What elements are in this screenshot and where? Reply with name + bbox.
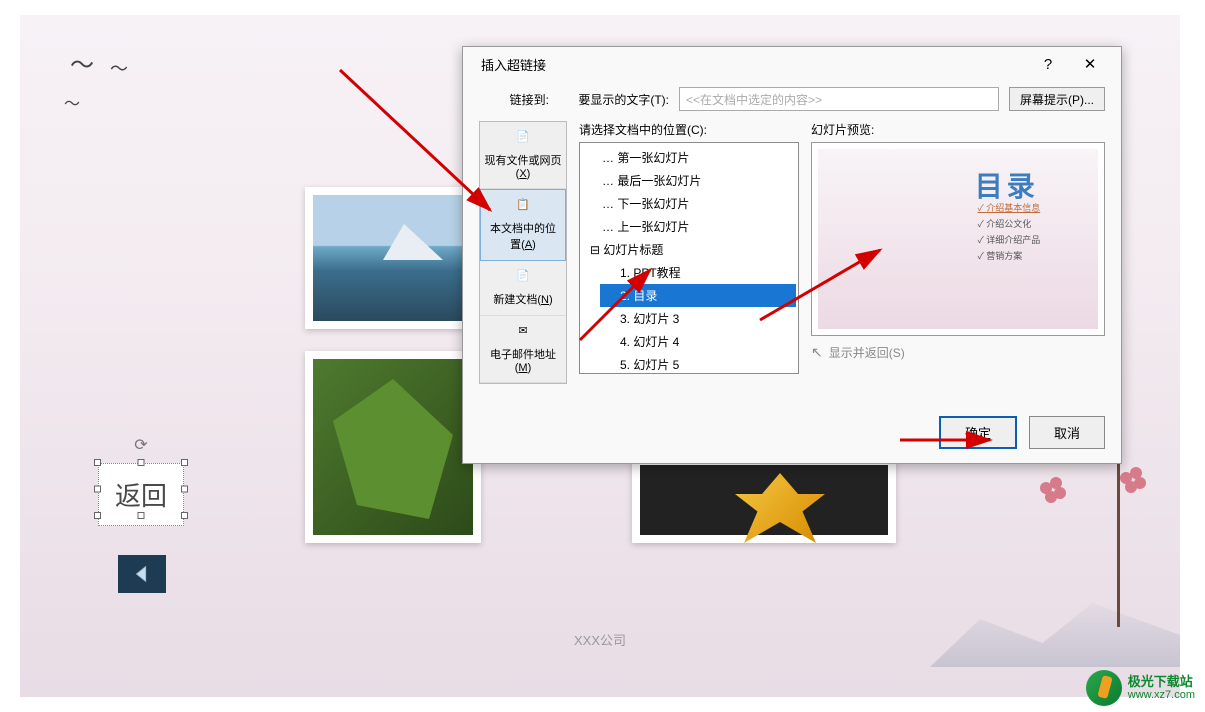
preview-item: ✓ 介绍基本信息 xyxy=(978,201,1041,214)
cancel-button[interactable]: 取消 xyxy=(1029,416,1105,449)
preview-title: 目录 xyxy=(975,165,1039,205)
watermark-logo-icon xyxy=(1086,670,1122,706)
resize-handle[interactable] xyxy=(94,486,101,493)
tree-slide-item[interactable]: 3. 幻灯片 3 xyxy=(600,307,796,330)
tree-slide-item[interactable]: 1. PPT教程 xyxy=(600,261,796,284)
tree-item[interactable]: … 下一张幻灯片 xyxy=(582,192,796,215)
tree-item[interactable]: … 最后一张幻灯片 xyxy=(582,169,796,192)
tab-icon: 📋 xyxy=(513,198,533,216)
tree-group[interactable]: ⊟ 幻灯片标题 xyxy=(582,238,796,261)
link-to-tab[interactable]: 📄新建文档(N) xyxy=(480,261,566,316)
resize-handle[interactable] xyxy=(94,459,101,466)
dialog-title: 插入超链接 xyxy=(481,55,546,74)
location-tree[interactable]: … 第一张幻灯片… 最后一张幻灯片… 下一张幻灯片… 上一张幻灯片⊟ 幻灯片标题… xyxy=(579,142,799,374)
preview-label: 幻灯片预览: xyxy=(811,121,1105,138)
slide-preview: 目录 ✓ 介绍基本信息 ✓ 介绍公文化 ✓ 详细介绍产品 ✓ 营销方案 xyxy=(811,142,1105,336)
decorative-flower xyxy=(1120,467,1150,497)
resize-handle[interactable] xyxy=(138,459,145,466)
tree-slide-item[interactable]: 5. 幻灯片 5 xyxy=(600,353,796,374)
show-and-return-checkbox[interactable]: ↖ 显示并返回(S) xyxy=(811,344,1105,361)
tab-icon: 📄 xyxy=(513,130,533,148)
watermark-line2: www.xz7.com xyxy=(1128,689,1195,702)
resize-handle[interactable] xyxy=(94,512,101,519)
link-to-tab[interactable]: 📋本文档中的位置(A) xyxy=(480,189,566,261)
tab-icon: 📄 xyxy=(513,269,533,287)
footer-company: XXX公司 xyxy=(574,630,626,649)
resize-handle[interactable] xyxy=(181,486,188,493)
back-nav-button[interactable] xyxy=(118,555,166,593)
watermark-line1: 极光下载站 xyxy=(1128,674,1195,690)
photo-leaf xyxy=(305,351,481,543)
preview-item: ✓ 介绍公文化 xyxy=(978,217,1032,230)
select-location-label: 请选择文档中的位置(C): xyxy=(579,121,799,138)
link-to-tab[interactable]: 📄现有文件或网页(X) xyxy=(480,122,566,189)
display-text-input[interactable] xyxy=(679,87,999,111)
tree-item[interactable]: … 上一张幻灯片 xyxy=(582,215,796,238)
decorative-flower xyxy=(1040,477,1070,507)
resize-handle[interactable] xyxy=(181,512,188,519)
decorative-mountain xyxy=(930,587,1180,667)
insert-hyperlink-dialog: 插入超链接 ? ✕ 链接到: 要显示的文字(T): 屏幕提示(P)... 📄现有… xyxy=(462,46,1122,464)
resize-handle[interactable] xyxy=(138,512,145,519)
display-text-label: 要显示的文字(T): xyxy=(559,91,669,108)
link-to-label: 链接到: xyxy=(479,91,549,108)
photo-maple xyxy=(632,457,896,543)
preview-item: ✓ 详细介绍产品 xyxy=(978,233,1041,246)
preview-item: ✓ 营销方案 xyxy=(978,249,1023,262)
tree-slide-item[interactable]: 2. 目录 xyxy=(600,284,796,307)
watermark: 极光下载站 www.xz7.com xyxy=(1086,670,1195,706)
ok-button[interactable]: 确定 xyxy=(939,416,1017,449)
screentip-button[interactable]: 屏幕提示(P)... xyxy=(1009,87,1105,111)
link-to-tabs: 📄现有文件或网页(X)📋本文档中的位置(A)📄新建文档(N)✉电子邮件地址(M) xyxy=(479,121,567,384)
tree-slide-item[interactable]: 4. 幻灯片 4 xyxy=(600,330,796,353)
tab-icon: ✉ xyxy=(513,324,533,342)
resize-handle[interactable] xyxy=(181,459,188,466)
help-button[interactable]: ? xyxy=(1027,49,1069,79)
tree-item[interactable]: … 第一张幻灯片 xyxy=(582,146,796,169)
photo-mountain xyxy=(305,187,481,329)
close-button[interactable]: ✕ xyxy=(1069,49,1111,79)
selected-textbox[interactable]: ⟳ 返回 xyxy=(98,463,184,515)
cursor-icon: ↖ xyxy=(811,344,823,361)
link-to-tab[interactable]: ✉电子邮件地址(M) xyxy=(480,316,566,383)
rotate-handle-icon[interactable]: ⟳ xyxy=(134,435,147,455)
dialog-titlebar[interactable]: 插入超链接 ? ✕ xyxy=(463,47,1121,81)
